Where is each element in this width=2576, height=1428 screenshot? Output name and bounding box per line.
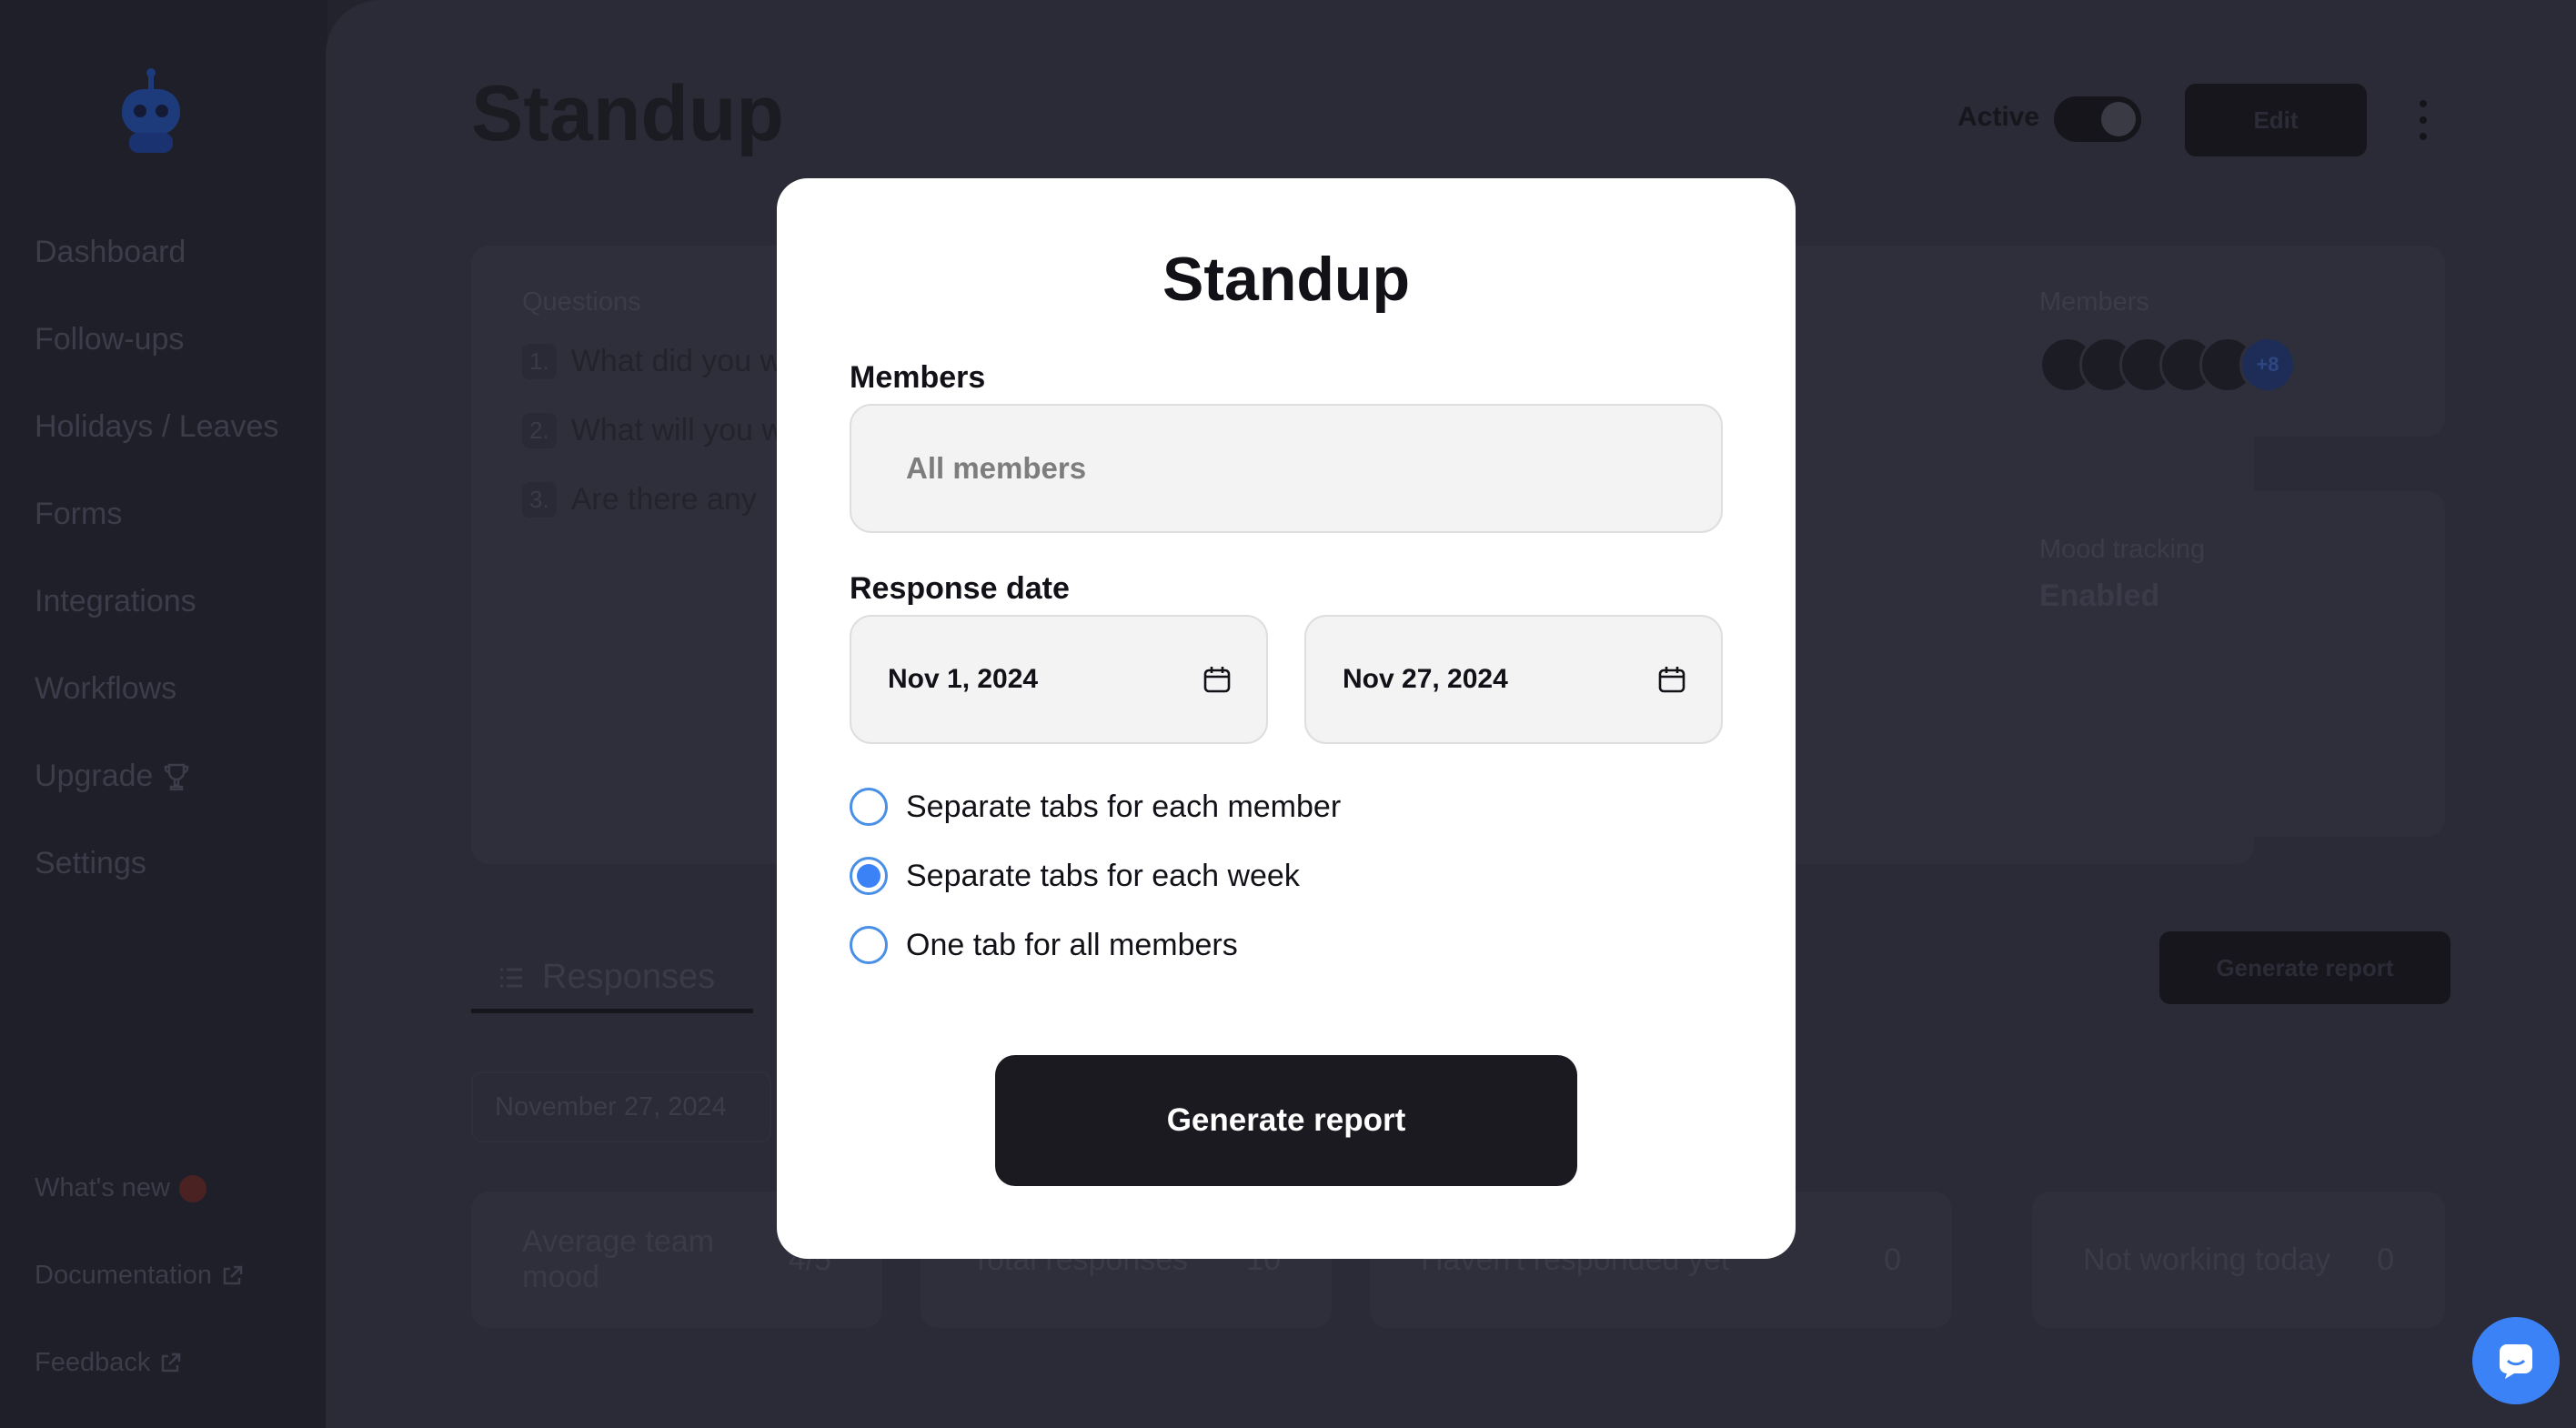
robot-logo-icon[interactable] <box>115 67 187 158</box>
more-members-badge: +8 <box>2239 337 2296 393</box>
option-tabs-per-member[interactable]: Separate tabs for each member <box>850 788 1341 826</box>
response-date-label: Response date <box>850 571 1070 606</box>
question-item: 2. What will you w <box>522 413 784 448</box>
option-tabs-per-week[interactable]: Separate tabs for each week <box>850 857 1300 895</box>
generate-report-dialog: Standup Members All members Response dat… <box>777 178 1796 1259</box>
mood-tracking-card: Mood tracking <box>1990 491 2445 837</box>
sidebar-item-follow-ups[interactable]: Follow-ups <box>35 322 184 357</box>
list-icon <box>500 968 522 987</box>
documentation-link[interactable]: Documentation <box>35 1261 243 1291</box>
chat-icon <box>2500 1344 2532 1379</box>
sidebar-item-forms[interactable]: Forms <box>35 497 122 532</box>
toggle-knob <box>2101 102 2136 136</box>
trophy-icon <box>165 763 189 790</box>
sidebar-item-settings[interactable]: Settings <box>35 846 146 881</box>
members-field-label: Members <box>850 360 986 395</box>
more-options-icon[interactable] <box>2418 100 2429 140</box>
generate-report-submit-button[interactable]: Generate report <box>995 1055 1577 1186</box>
end-date-input[interactable]: Nov 27, 2024 <box>1304 615 1723 744</box>
radio-button[interactable] <box>850 788 888 826</box>
members-select[interactable]: All members <box>850 404 1723 533</box>
chat-support-button[interactable] <box>2472 1317 2560 1404</box>
questions-label: Questions <box>522 287 641 317</box>
dialog-title: Standup <box>1162 245 1410 314</box>
radio-button[interactable] <box>850 926 888 964</box>
start-date-input[interactable]: Nov 1, 2024 <box>850 615 1268 744</box>
edit-button[interactable]: Edit <box>2185 84 2367 156</box>
active-toggle[interactable] <box>2054 96 2141 142</box>
radio-button-selected[interactable] <box>850 857 888 895</box>
sidebar-item-dashboard[interactable]: Dashboard <box>35 235 186 270</box>
sidebar-item-integrations[interactable]: Integrations <box>35 584 196 619</box>
mood-tracking-label: Mood tracking <box>2039 535 2206 564</box>
members-label: Members <box>2039 287 2149 317</box>
calendar-icon[interactable] <box>1657 665 1686 694</box>
active-label: Active <box>1957 102 2040 132</box>
sidebar-item-upgrade[interactable]: Upgrade <box>35 759 189 794</box>
question-item: 3. Are there any <box>522 482 757 518</box>
sidebar: Dashboard Follow-ups Holidays / Leaves F… <box>0 0 327 1428</box>
date-filter[interactable]: November 27, 2024 <box>471 1071 771 1142</box>
sidebar-item-holidays-leaves[interactable]: Holidays / Leaves <box>35 409 278 445</box>
question-item: 1. What did you w <box>522 344 782 379</box>
external-link-icon <box>223 1265 243 1284</box>
external-link-icon <box>162 1353 181 1372</box>
sidebar-item-workflows[interactable]: Workflows <box>35 671 176 707</box>
stat-not-working: Not working today 0 <box>2032 1192 2445 1328</box>
feedback-link[interactable]: Feedback <box>35 1348 181 1378</box>
notification-badge-icon <box>178 1174 206 1202</box>
page-title: Standup <box>471 70 784 157</box>
generate-report-button[interactable]: Generate report <box>2159 931 2450 1004</box>
option-single-tab[interactable]: One tab for all members <box>850 926 1238 964</box>
tab-responses[interactable]: Responses <box>471 946 753 1013</box>
mood-tracking-value: Enabled <box>2039 578 2160 613</box>
calendar-icon[interactable] <box>1202 665 1232 694</box>
member-avatars[interactable]: +8 <box>2039 337 2296 393</box>
whats-new-link[interactable]: What's new <box>35 1173 206 1203</box>
